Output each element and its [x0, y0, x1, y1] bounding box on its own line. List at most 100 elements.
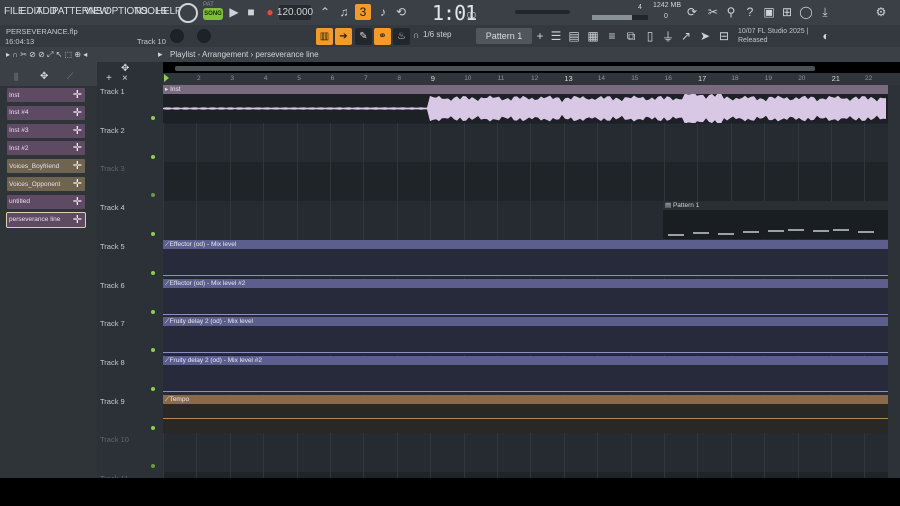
ruler-bar-number[interactable]: 21 — [832, 74, 840, 83]
track-mute-led[interactable] — [151, 154, 155, 159]
clip-item[interactable]: Inst #4 ✛ — [7, 105, 85, 120]
ruler-bar-number[interactable]: 12 — [531, 75, 538, 82]
ruler-bar-number[interactable]: 14 — [598, 75, 605, 82]
close-icon[interactable]: × — [122, 73, 128, 84]
blend-notes-icon[interactable]: ♪ — [375, 4, 391, 20]
plug-icon[interactable]: ⏚ — [660, 28, 676, 44]
add-track-icon[interactable]: + — [106, 73, 112, 84]
track-lane[interactable] — [163, 123, 888, 163]
automation-clip-header[interactable]: ⟋Effector (od) - Mix level #2 — [163, 278, 888, 288]
plugin-picker-icon[interactable]: ⊞ — [779, 4, 795, 20]
clip-item[interactable]: perseverance line ✛ — [6, 211, 86, 228]
tempo-display[interactable]: 120.000 — [277, 5, 313, 20]
add-clip-icon[interactable]: ✛ — [73, 141, 82, 154]
playlist-options-icon[interactable]: ▸ ∩ ✂ ⊘ ⊘ ⤢ ↖ ⬚ ⊕ ◂ — [6, 50, 87, 60]
ruler-bar-number[interactable]: 16 — [665, 75, 672, 82]
horizontal-scrollbar[interactable] — [175, 66, 815, 71]
user-icon[interactable]: ◐ — [818, 28, 834, 44]
track-mute-led[interactable] — [151, 270, 155, 275]
playlist-arrow-icon[interactable]: ▸ — [158, 49, 163, 60]
automation-clip-body[interactable] — [163, 364, 888, 394]
automation-clip-body[interactable] — [163, 248, 888, 278]
ruler-bar-number[interactable]: 20 — [798, 75, 805, 82]
automation-clip-icon[interactable]: ⟋ — [67, 71, 73, 82]
clip-item[interactable]: Voices_Boyfriend ✛ — [7, 159, 85, 174]
track-mute-led[interactable] — [151, 386, 155, 391]
ruler-bar-number[interactable]: 15 — [631, 75, 638, 82]
ruler-bar-number[interactable]: 13 — [564, 74, 572, 83]
ruler-bar-number[interactable]: 19 — [765, 75, 772, 82]
pattern-clip-header[interactable]: ▤ Pattern 1 — [663, 201, 888, 211]
pattern-clip-icon[interactable]: ✥ — [40, 71, 48, 82]
send-icon[interactable]: ➤ — [697, 28, 713, 44]
vertical-scrollbar[interactable] — [888, 85, 900, 478]
track-mute-led[interactable] — [151, 309, 155, 314]
add-clip-icon[interactable]: ✛ — [73, 106, 82, 119]
record-icon[interactable]: ● — [262, 4, 278, 20]
add-clip-icon[interactable]: ✛ — [73, 177, 82, 190]
song-mode-button[interactable]: SONG — [203, 8, 223, 20]
feedback-icon[interactable]: ◯ — [798, 4, 814, 20]
track-name[interactable]: Track 7 — [100, 319, 125, 328]
loop-record-icon[interactable]: ⟲ — [393, 4, 409, 20]
ruler-bar-number[interactable]: 3 — [230, 75, 234, 82]
play-icon[interactable]: ▶ — [226, 4, 242, 20]
ruler-bar-number[interactable]: 22 — [865, 75, 872, 82]
automation-clip-header[interactable]: ⟋Effector (od) - Mix level — [163, 239, 888, 249]
mixer-icon[interactable]: ≡ — [604, 28, 620, 44]
main-pitch-knob[interactable] — [197, 29, 211, 43]
add-pattern-icon[interactable]: + — [532, 28, 548, 44]
automation-clip-body[interactable] — [163, 287, 888, 317]
automation-clip-body[interactable] — [163, 326, 888, 356]
track-mute-led[interactable] — [151, 425, 155, 430]
playhead-marker-icon[interactable] — [164, 74, 169, 82]
browser-icon[interactable]: ▯ — [642, 28, 658, 44]
ruler-bar-number[interactable]: 9 — [431, 74, 435, 83]
track-name[interactable]: Track 8 — [100, 358, 125, 367]
clip-item[interactable]: untitled ✛ — [7, 194, 85, 209]
ruler-bar-number[interactable]: 4 — [264, 75, 268, 82]
add-clip-icon[interactable]: ✛ — [73, 213, 82, 226]
ruler-bar-number[interactable]: 8 — [397, 75, 401, 82]
clip-item[interactable]: Voices_Opponent ✛ — [7, 177, 85, 191]
news-panel[interactable]: 10/07 FL Studio 2025 | Released — [738, 27, 808, 45]
channel-rack-icon[interactable]: ▦ — [585, 28, 601, 44]
clip-item[interactable]: Inst ✛ — [7, 88, 85, 102]
stop-icon[interactable]: ■ — [243, 4, 259, 20]
tools-icon[interactable]: ✂ — [705, 4, 721, 20]
automation-clip-header[interactable]: ⟋Fruity delay 2 (od) - Mix level #2 — [163, 355, 888, 365]
track-lane[interactable] — [163, 433, 888, 472]
tempo-clip-body[interactable] — [163, 403, 888, 433]
add-clip-icon[interactable]: ✛ — [73, 159, 82, 172]
automation-clip-header[interactable]: ⟋Fruity delay 2 (od) - Mix level — [163, 317, 888, 327]
track-name[interactable]: Track 6 — [100, 281, 125, 290]
download-icon[interactable]: ⤓ — [817, 4, 833, 20]
track-name[interactable]: Track 10 — [100, 435, 129, 444]
save-icon[interactable]: ▣ — [761, 4, 777, 20]
tempo-clip-header[interactable]: ⟋Tempo — [163, 394, 888, 404]
spectrum-icon[interactable]: ⚙ — [873, 4, 889, 20]
pattern-song-dial-icon[interactable] — [178, 3, 198, 23]
clip-item[interactable]: Inst #2 ✛ — [7, 141, 85, 156]
countdown-icon[interactable]: 3 — [355, 4, 371, 20]
master-volume-slider[interactable] — [515, 10, 570, 14]
playlist-grid[interactable]: ▸ Inst ▤ Pattern 1 ⟋Effector (od) - Mix le… — [163, 85, 888, 478]
piano-roll-icon[interactable]: ▤ — [566, 28, 582, 44]
ruler-bar-number[interactable]: 17 — [698, 74, 706, 83]
track-name[interactable]: Track 5 — [100, 242, 125, 251]
pattern-clip-body[interactable] — [663, 210, 888, 240]
clip-item[interactable]: Inst #3 ✛ — [7, 123, 85, 138]
playlist-icon[interactable]: ☰ — [548, 28, 564, 44]
ruler-bar-number[interactable]: 10 — [464, 75, 471, 82]
tempo-tapper-icon[interactable]: ↗ — [678, 28, 694, 44]
ruler-bar-number[interactable]: 6 — [331, 75, 335, 82]
plugins-icon[interactable]: ⧉ — [623, 28, 639, 44]
add-clip-icon[interactable]: ✛ — [73, 88, 82, 101]
main-volume-knob[interactable] — [170, 29, 184, 43]
track-name[interactable]: Track 3 — [100, 164, 125, 173]
audio-clip-body[interactable] — [163, 92, 888, 125]
audio-clip-icon[interactable]: ⫼ — [14, 72, 18, 83]
magnet-icon[interactable]: ∩ — [413, 30, 419, 40]
track-name[interactable]: Track 4 — [100, 203, 125, 212]
track-lane[interactable] — [163, 162, 888, 201]
